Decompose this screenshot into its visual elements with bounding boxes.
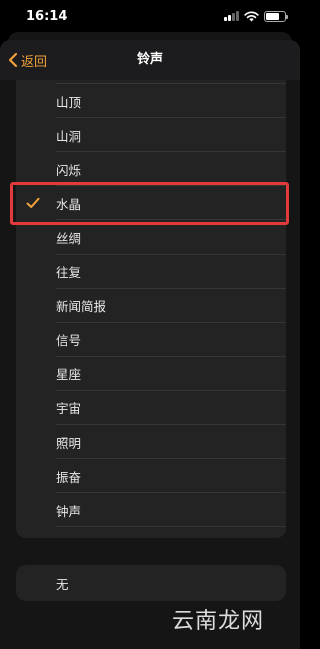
ringtone-row[interactable]: 往复 xyxy=(16,255,286,289)
ringtone-label: 山洞 xyxy=(56,128,82,144)
ringtone-row[interactable]: 山洞 xyxy=(16,118,286,153)
screen: 16:14 返回 铃声 风暴雷 xyxy=(0,0,300,649)
ringtone-label: 闪烁 xyxy=(56,162,82,178)
ringtone-label: 信号 xyxy=(56,333,82,349)
none-option-group: 无 xyxy=(16,565,286,601)
ringtone-row[interactable]: 水晶 xyxy=(16,186,286,221)
ringtone-label: 经典 xyxy=(56,527,81,539)
ringtone-list: 风暴雷王山顶山洞闪烁水晶丝绸往复新闻简报信号星座宇宙照明振奋钟声经典 xyxy=(16,80,286,538)
status-bar: 16:14 xyxy=(0,0,300,32)
ringtone-label: 丝绸 xyxy=(56,231,82,247)
ringtone-row[interactable]: 新闻简报 xyxy=(16,289,286,323)
ringtone-row[interactable]: 经典 xyxy=(16,527,286,539)
ringtone-none-label: 无 xyxy=(56,576,69,592)
ringtone-row[interactable]: 山顶 xyxy=(16,84,286,119)
ringtone-none-row[interactable]: 无 xyxy=(16,565,286,601)
ringtone-row[interactable]: 丝绸 xyxy=(16,220,286,255)
ringtone-row[interactable]: 照明 xyxy=(16,425,286,460)
cellular-signal-icon xyxy=(224,11,239,21)
ringtone-row[interactable]: 星座 xyxy=(16,357,286,392)
ringtone-row[interactable]: 闪烁 xyxy=(16,152,286,187)
battery-icon xyxy=(264,10,288,22)
ringtone-label: 水晶 xyxy=(56,196,82,212)
navigation-bar: 返回 铃声 xyxy=(0,40,300,80)
ringtone-label: 振奋 xyxy=(56,469,82,485)
wifi-icon xyxy=(244,10,259,21)
chevron-right-icon xyxy=(265,527,272,538)
ringtone-label: 星座 xyxy=(56,367,82,383)
ringtone-row[interactable]: 钟声 xyxy=(16,493,286,528)
ringtone-label: 往复 xyxy=(56,265,82,281)
ringtone-row[interactable]: 振奋 xyxy=(16,459,286,494)
ringtone-label: 宇宙 xyxy=(56,401,82,417)
ringtone-list-scroll[interactable]: 风暴雷王山顶山洞闪烁水晶丝绸往复新闻简报信号星座宇宙照明振奋钟声经典 无 xyxy=(0,80,300,649)
status-icons xyxy=(224,10,288,22)
ringtone-row[interactable]: 信号 xyxy=(16,323,286,357)
page-title: 铃声 xyxy=(136,52,163,67)
ringtone-row[interactable]: 宇宙 xyxy=(16,391,286,426)
ringtone-label: 照明 xyxy=(56,435,82,451)
ringtone-label: 钟声 xyxy=(56,503,82,519)
ringtone-label: 新闻简报 xyxy=(56,299,107,315)
watermark-text: 云南龙网 xyxy=(171,609,264,634)
checkmark-icon xyxy=(26,186,40,220)
ringtone-label: 山顶 xyxy=(56,94,82,110)
status-time: 16:14 xyxy=(26,9,68,24)
